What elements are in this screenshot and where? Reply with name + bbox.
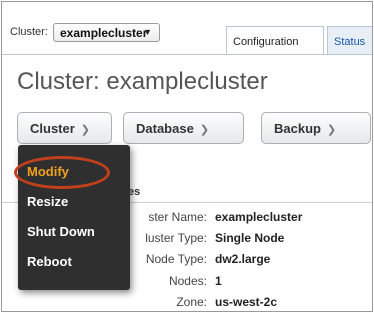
- menu-item-reboot[interactable]: Reboot: [27, 254, 72, 269]
- database-menu-button[interactable]: Database ❯: [123, 112, 244, 144]
- property-value: us-west-2c: [215, 295, 278, 309]
- cluster-header: Cluster: examplecluster ▼ Configuration …: [2, 2, 372, 55]
- page-title: Cluster: examplecluster: [17, 68, 268, 95]
- cluster-menu-label: Cluster: [30, 121, 75, 136]
- tab-status-label: Status: [334, 36, 366, 48]
- tab-configuration-label: Configuration: [233, 36, 299, 48]
- property-value: Single Node: [215, 231, 285, 245]
- tab-status[interactable]: Status: [327, 26, 372, 55]
- app-frame: Cluster: examplecluster ▼ Configuration …: [1, 1, 373, 312]
- cluster-menu-button[interactable]: Cluster ❯: [17, 112, 112, 144]
- caret-down-icon: ▼: [143, 27, 152, 37]
- cluster-label: Cluster:: [10, 26, 48, 38]
- menu-item-shut-down[interactable]: Shut Down: [27, 224, 95, 239]
- highlight-circle: [14, 156, 110, 189]
- tab-configuration[interactable]: Configuration: [226, 26, 324, 55]
- chevron-down-icon: ❯: [199, 124, 210, 136]
- property-value: dw2.large: [215, 252, 271, 266]
- menu-item-resize[interactable]: Resize: [27, 194, 68, 209]
- cluster-select-value: examplecluster: [60, 26, 148, 40]
- cluster-select[interactable]: examplecluster ▼: [53, 23, 160, 42]
- property-value: examplecluster: [215, 210, 303, 224]
- chevron-down-icon: ❯: [326, 124, 337, 136]
- backup-menu-label: Backup: [274, 121, 321, 136]
- tab-divider: [2, 54, 372, 55]
- chevron-down-icon: ❯: [80, 124, 91, 136]
- property-label: Zone:: [176, 295, 207, 309]
- backup-menu-button[interactable]: Backup ❯: [261, 112, 371, 144]
- property-value: 1: [215, 274, 222, 288]
- database-menu-label: Database: [136, 121, 194, 136]
